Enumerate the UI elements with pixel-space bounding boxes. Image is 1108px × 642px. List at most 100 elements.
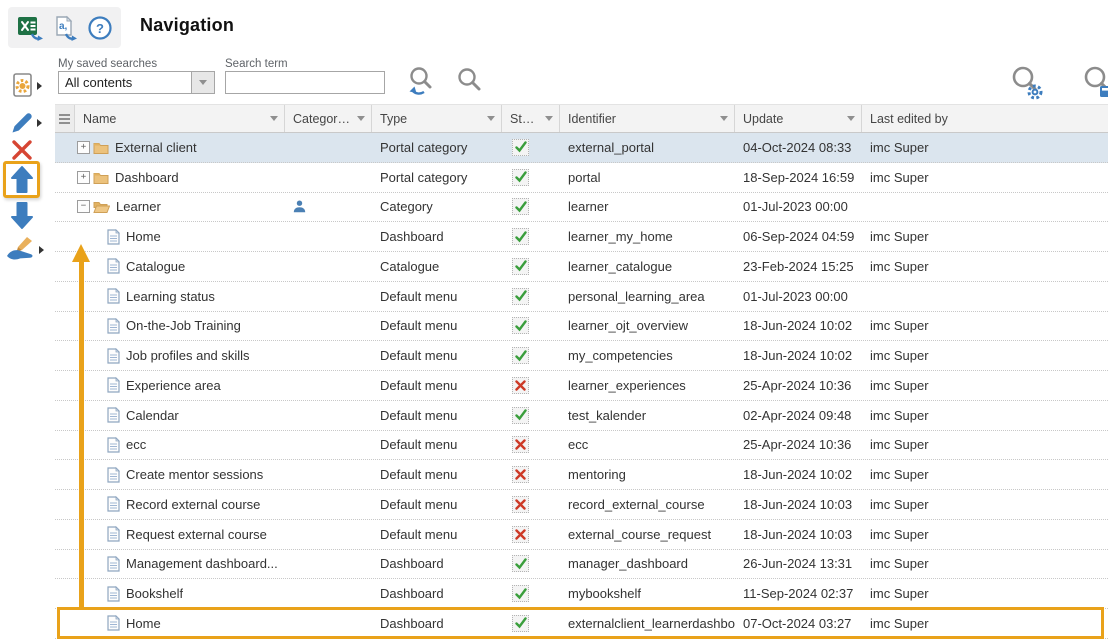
category-icon-cell	[285, 133, 372, 162]
column-header-editor[interactable]: Last edited by	[862, 105, 1108, 132]
last-edited-by-cell: imc Super	[862, 252, 1108, 281]
status-cell	[502, 133, 560, 162]
expand-toggle-icon[interactable]: +	[77, 141, 90, 154]
type-cell: Default menu	[372, 341, 502, 370]
update-cell: 11-Sep-2024 02:37	[735, 579, 862, 608]
row-handle-cell	[55, 312, 75, 341]
filter-arrow-icon[interactable]	[270, 116, 278, 121]
table-row[interactable]: +External clientPortal categoryexternal_…	[55, 133, 1108, 163]
assign-submenu-caret[interactable]	[39, 246, 44, 254]
folder-closed-icon	[93, 171, 109, 184]
document-icon	[107, 348, 120, 364]
column-header-update[interactable]: Update	[735, 105, 862, 132]
last-edited-by-cell: imc Super	[862, 163, 1108, 192]
status-cell	[502, 312, 560, 341]
grip-icon[interactable]	[59, 114, 70, 124]
last-edited-by-cell: imc Super	[862, 222, 1108, 251]
table-row[interactable]: On-the-Job TrainingDefault menulearner_o…	[55, 312, 1108, 342]
item-name: Dashboard	[115, 170, 179, 185]
column-header-type[interactable]: Type	[372, 105, 502, 132]
delete-icon[interactable]	[11, 139, 33, 166]
item-name: Experience area	[126, 378, 221, 393]
column-header-identifier[interactable]: Identifier	[560, 105, 735, 132]
type-cell: Default menu	[372, 312, 502, 341]
status-cell	[502, 401, 560, 430]
document-icon	[107, 407, 120, 423]
text-export-icon[interactable]: a,	[51, 14, 79, 42]
identifier-cell: learner_experiences	[560, 371, 735, 400]
svg-text:a,: a,	[59, 21, 68, 32]
table-row[interactable]: Job profiles and skillsDefault menumy_co…	[55, 341, 1108, 371]
expand-toggle-icon[interactable]: +	[77, 171, 90, 184]
move-up-button[interactable]	[10, 165, 34, 200]
new-content-button[interactable]	[10, 72, 36, 104]
identifier-cell: learner_my_home	[560, 222, 735, 251]
table-row[interactable]: BookshelfDashboardmybookshelf11-Sep-2024…	[55, 579, 1108, 609]
update-cell: 25-Apr-2024 10:36	[735, 431, 862, 460]
filter-arrow-icon[interactable]	[545, 116, 553, 121]
last-edited-by-cell: imc Super	[862, 133, 1108, 162]
item-name: ecc	[126, 437, 146, 452]
document-icon	[107, 586, 120, 602]
column-header-status[interactable]: Status	[502, 105, 560, 132]
table-row[interactable]: Record external courseDefault menurecord…	[55, 490, 1108, 520]
assign-icon[interactable]	[5, 236, 38, 268]
move-down-button[interactable]	[10, 200, 34, 235]
table-row[interactable]: Management dashboard...Dashboardmanager_…	[55, 550, 1108, 580]
saved-searches-select[interactable]: All contents	[58, 71, 215, 94]
item-name: Home	[126, 616, 161, 631]
identifier-cell: personal_learning_area	[560, 282, 735, 311]
status-cell	[502, 371, 560, 400]
table-row[interactable]: Create mentor sessionsDefault menumentor…	[55, 460, 1108, 490]
filter-arrow-icon[interactable]	[357, 116, 365, 121]
table-row[interactable]: Learning statusDefault menupersonal_lear…	[55, 282, 1108, 312]
column-header-cat_icon[interactable]: Category icon	[285, 105, 372, 132]
item-name: Bookshelf	[126, 586, 183, 601]
select-dropdown-button[interactable]	[191, 72, 214, 93]
table-row[interactable]: eccDefault menuecc25-Apr-2024 10:36imc S…	[55, 431, 1108, 461]
category-icon-cell	[285, 252, 372, 281]
saved-searches-value: All contents	[59, 72, 191, 93]
category-icon-cell	[285, 163, 372, 192]
item-name: On-the-Job Training	[126, 318, 241, 333]
filter-arrow-icon[interactable]	[720, 116, 728, 121]
table-row[interactable]: HomeDashboardlearner_my_home06-Sep-2024 …	[55, 222, 1108, 252]
table-row[interactable]: HomeDashboardexternalclient_learnerdashb…	[55, 609, 1108, 639]
edit-pencil-icon[interactable]	[9, 109, 36, 141]
table-row[interactable]: Experience areaDefault menulearner_exper…	[55, 371, 1108, 401]
table-row[interactable]: CatalogueCataloguelearner_catalogue23-Fe…	[55, 252, 1108, 282]
filter-arrow-icon[interactable]	[487, 116, 495, 121]
table-row[interactable]: −LearnerCategorylearner01-Jul-2023 00:00	[55, 193, 1108, 223]
column-label: Status	[510, 112, 541, 126]
identifier-cell: mentoring	[560, 460, 735, 489]
column-label: Identifier	[568, 112, 716, 126]
search-settings-icon[interactable]	[1008, 64, 1046, 107]
document-icon	[107, 496, 120, 512]
row-handle-cell	[55, 431, 75, 460]
collapse-toggle-icon[interactable]: −	[77, 200, 90, 213]
name-cell: Create mentor sessions	[75, 460, 285, 489]
category-icon-cell	[285, 193, 372, 222]
search-icon[interactable]	[455, 66, 483, 99]
help-icon[interactable]: ?	[87, 15, 113, 41]
table-row[interactable]: Request external courseDefault menuexter…	[55, 520, 1108, 550]
new-content-submenu-caret[interactable]	[37, 82, 42, 90]
column-header-name[interactable]: Name	[75, 105, 285, 132]
row-handle-cell	[55, 282, 75, 311]
last-edited-by-cell: imc Super	[862, 579, 1108, 608]
edit-submenu-caret[interactable]	[37, 119, 42, 127]
column-label: Type	[380, 112, 483, 126]
search-term-input[interactable]	[225, 71, 385, 94]
reset-search-icon[interactable]	[404, 64, 438, 105]
table-row[interactable]: CalendarDefault menutest_kalender02-Apr-…	[55, 401, 1108, 431]
status-inactive-icon	[512, 496, 529, 513]
manage-saved-searches-icon[interactable]	[1080, 64, 1108, 107]
name-cell: Bookshelf	[75, 579, 285, 608]
type-cell: Portal category	[372, 133, 502, 162]
row-grip-header	[55, 105, 75, 132]
name-cell: Calendar	[75, 401, 285, 430]
excel-export-icon[interactable]	[16, 14, 44, 42]
type-cell: Catalogue	[372, 252, 502, 281]
table-row[interactable]: +DashboardPortal categoryportal18-Sep-20…	[55, 163, 1108, 193]
filter-arrow-icon[interactable]	[847, 116, 855, 121]
